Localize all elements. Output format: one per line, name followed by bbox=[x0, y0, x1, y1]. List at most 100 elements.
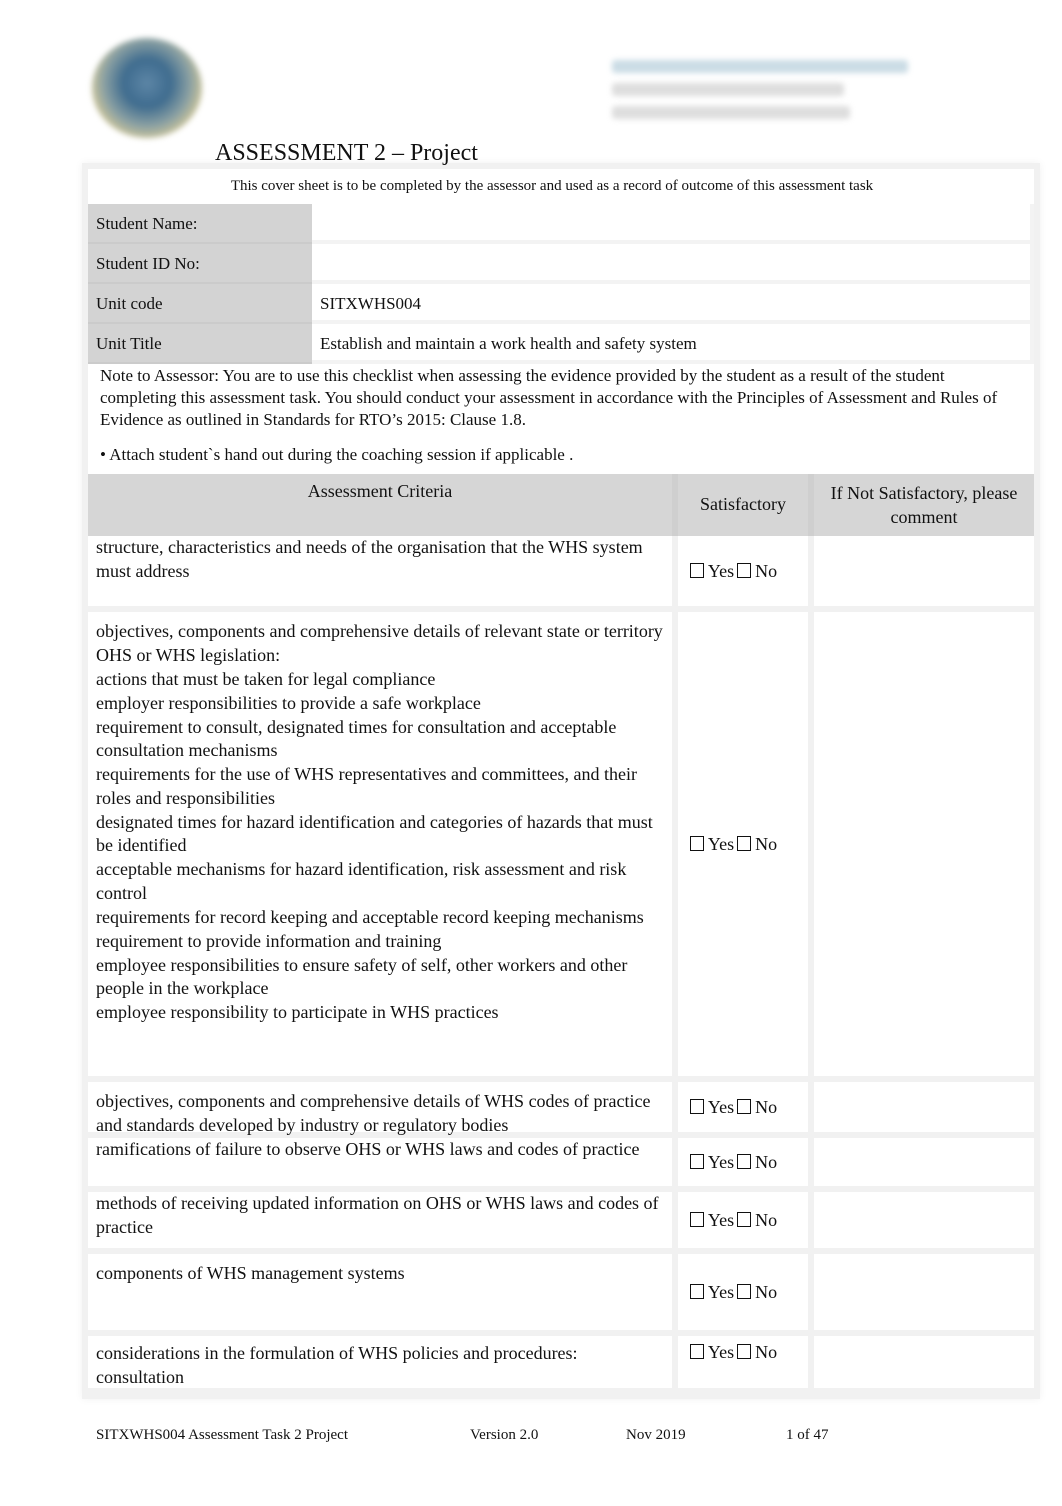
checkbox-icon bbox=[737, 1098, 752, 1114]
satisfactory-cell: Yes No bbox=[672, 612, 808, 1076]
satisfactory-cell: Yes No bbox=[672, 536, 808, 606]
criteria-text: objectives, components and comprehensive… bbox=[88, 1082, 672, 1135]
info-row-student-id: Student ID No: bbox=[88, 244, 1034, 284]
footer-version: Version 2.0 bbox=[470, 1427, 539, 1443]
yes-checkbox[interactable]: Yes bbox=[689, 1342, 735, 1363]
yes-label: Yes bbox=[707, 1151, 735, 1172]
yes-label: Yes bbox=[707, 1096, 735, 1117]
footer-date: Nov 2019 bbox=[626, 1427, 686, 1443]
satisfactory-cell: Yes No bbox=[672, 1336, 808, 1388]
comment-field[interactable] bbox=[808, 612, 1034, 1076]
college-name-line bbox=[612, 60, 908, 73]
no-checkbox[interactable]: No bbox=[737, 1282, 777, 1303]
yes-checkbox[interactable]: Yes bbox=[689, 1281, 735, 1303]
criteria-line: requirements for record keeping and acce… bbox=[96, 906, 644, 927]
criteria-line: objectives, components and comprehensive… bbox=[96, 621, 663, 665]
info-row-student-name: Student Name: bbox=[88, 204, 1034, 244]
info-row-unit-title: Unit Title Establish and maintain a work… bbox=[88, 324, 1034, 364]
no-checkbox[interactable]: No bbox=[737, 1152, 777, 1173]
yes-label: Yes bbox=[707, 560, 735, 581]
comment-field[interactable] bbox=[808, 1254, 1034, 1330]
yes-label: Yes bbox=[707, 1342, 735, 1362]
no-checkbox[interactable]: No bbox=[737, 1210, 777, 1231]
checkbox-icon bbox=[737, 1153, 752, 1169]
no-label: No bbox=[755, 560, 778, 581]
header-satisfactory: Satisfactory bbox=[672, 474, 808, 536]
criteria-line: employee responsibilities to ensure safe… bbox=[96, 954, 628, 999]
criteria-row: objectives, components and comprehensive… bbox=[88, 612, 1034, 1082]
attach-handout-note: • Attach student`s hand out during the c… bbox=[100, 445, 574, 464]
checkbox-icon bbox=[689, 562, 704, 578]
criteria-line: objectives, components and comprehensive… bbox=[96, 1091, 651, 1135]
comment-field[interactable] bbox=[808, 1192, 1034, 1248]
no-checkbox[interactable]: No bbox=[737, 834, 777, 855]
header-comment: If Not Satisfactory, please comment bbox=[808, 474, 1034, 536]
criteria-line: requirement to consult, designated times… bbox=[96, 716, 617, 761]
satisfactory-cell: Yes No bbox=[672, 1254, 808, 1330]
criteria-line: actions that must be taken for legal com… bbox=[96, 668, 436, 689]
checkbox-icon bbox=[689, 835, 704, 851]
checkbox-icon bbox=[737, 1283, 752, 1299]
student-id-label: Student ID No: bbox=[88, 244, 312, 284]
college-address-line bbox=[612, 106, 850, 119]
criteria-text: components of WHS management systems bbox=[88, 1254, 672, 1330]
criteria-line: considerations in the formulation of WHS… bbox=[96, 1343, 578, 1363]
unit-code-label: Unit code bbox=[88, 284, 312, 324]
criteria-row: ramifications of failure to observe OHS … bbox=[88, 1138, 1034, 1192]
criteria-line: requirements for the use of WHS represen… bbox=[96, 764, 637, 808]
checkbox-icon bbox=[689, 1283, 704, 1299]
no-checkbox[interactable]: No bbox=[737, 1097, 777, 1118]
unit-code-value: SITXWHS004 bbox=[312, 284, 1034, 324]
college-logo-icon bbox=[92, 38, 202, 138]
student-name-field[interactable] bbox=[312, 204, 1034, 244]
criteria-line: methods of receiving updated information… bbox=[96, 1193, 659, 1237]
comment-field[interactable] bbox=[808, 1138, 1034, 1186]
criteria-text: ramifications of failure to observe OHS … bbox=[88, 1138, 672, 1186]
comment-field[interactable] bbox=[808, 1082, 1034, 1132]
comment-field[interactable] bbox=[808, 1336, 1034, 1388]
criteria-line: requirement to provide information and t… bbox=[96, 930, 442, 951]
yes-checkbox[interactable]: Yes bbox=[689, 560, 735, 582]
checkbox-icon bbox=[737, 1344, 752, 1359]
criteria-line: employer responsibilities to provide a s… bbox=[96, 692, 481, 713]
comment-field[interactable] bbox=[808, 536, 1034, 606]
no-checkbox[interactable]: No bbox=[737, 1342, 777, 1363]
criteria-row: components of WHS management systems Yes N… bbox=[88, 1254, 1034, 1336]
no-label: No bbox=[755, 833, 778, 854]
student-id-field[interactable] bbox=[312, 244, 1034, 284]
criteria-line: components of WHS management systems bbox=[96, 1263, 405, 1283]
criteria-line: ramifications of failure to observe OHS … bbox=[96, 1139, 640, 1159]
info-row-unit-code: Unit code SITXWHS004 bbox=[88, 284, 1034, 324]
yes-checkbox[interactable]: Yes bbox=[689, 1096, 735, 1118]
cover-sheet-subtitle: This cover sheet is to be completed by t… bbox=[230, 178, 874, 194]
yes-label: Yes bbox=[707, 1281, 735, 1302]
assessment-criteria-table: Assessment Criteria Satisfactory If Not … bbox=[88, 474, 1034, 1394]
student-name-label: Student Name: bbox=[88, 204, 312, 244]
criteria-text: structure, characteristics and needs of … bbox=[88, 536, 672, 606]
checkbox-icon bbox=[689, 1098, 704, 1114]
criteria-text: methods of receiving updated information… bbox=[88, 1192, 672, 1248]
yes-checkbox[interactable]: Yes bbox=[689, 833, 735, 855]
no-label: No bbox=[755, 1281, 778, 1302]
header-assessment-criteria: Assessment Criteria bbox=[307, 481, 453, 501]
criteria-line: employee responsibility to participate i… bbox=[96, 1002, 499, 1022]
satisfactory-cell: Yes No bbox=[672, 1192, 808, 1248]
satisfactory-cell: Yes No bbox=[672, 1082, 808, 1132]
no-checkbox[interactable]: No bbox=[737, 561, 777, 582]
yes-checkbox[interactable]: Yes bbox=[689, 1151, 735, 1173]
checkbox-icon bbox=[737, 1211, 752, 1227]
no-label: No bbox=[755, 1342, 778, 1362]
criteria-row: objectives, components and comprehensive… bbox=[88, 1082, 1034, 1138]
footer-page-number: 1 of 47 bbox=[786, 1427, 829, 1443]
college-info-block bbox=[612, 60, 912, 129]
yes-checkbox[interactable]: Yes bbox=[689, 1210, 734, 1231]
checkbox-icon bbox=[737, 835, 752, 851]
yes-label: Yes bbox=[707, 833, 735, 854]
college-rto-line bbox=[612, 83, 844, 96]
criteria-line: structure, characteristics and needs of … bbox=[96, 537, 643, 581]
student-info-table: Student Name: Student ID No: Unit code S… bbox=[88, 204, 1034, 364]
page-title: ASSESSMENT 2 – Project bbox=[215, 140, 478, 166]
checkbox-icon bbox=[689, 1153, 704, 1169]
criteria-row: methods of receiving updated information… bbox=[88, 1192, 1034, 1254]
criteria-line: acceptable mechanisms for hazard identif… bbox=[96, 859, 627, 903]
